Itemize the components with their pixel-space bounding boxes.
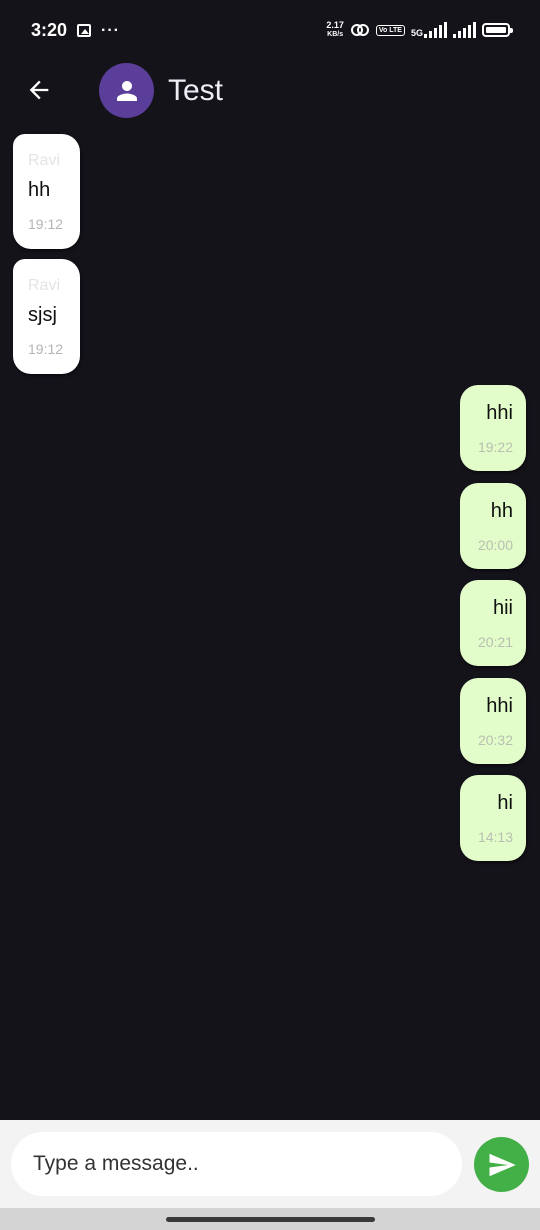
- message-time: 20:21: [477, 634, 513, 650]
- person-icon: [116, 80, 137, 101]
- message-text: hii: [492, 597, 513, 619]
- network-type: 5G: [410, 28, 423, 38]
- home-indicator[interactable]: [166, 1217, 375, 1222]
- message-text: hhi: [486, 695, 513, 717]
- message-text: sjsj: [28, 304, 57, 326]
- arrow-left-icon: [29, 80, 49, 100]
- message-time: 20:00: [477, 537, 513, 553]
- chat-title[interactable]: Test: [168, 74, 223, 108]
- incoming-message[interactable]: Ravi sjsj 19:12: [13, 259, 80, 374]
- message-text: hhi: [486, 402, 513, 424]
- status-time: 3:20: [31, 20, 68, 40]
- dots-icon: ···: [101, 21, 120, 39]
- message-text: hh: [28, 179, 51, 201]
- status-bar: 3:20 ··· 2.17 KB/s Vo LTE 5G: [0, 0, 540, 60]
- outgoing-message[interactable]: hii 20:21: [460, 580, 526, 666]
- outgoing-message[interactable]: hhi 19:22: [460, 385, 526, 471]
- send-icon: [489, 1153, 516, 1176]
- message-time: 19:12: [28, 341, 64, 357]
- outgoing-message[interactable]: hh 20:00: [460, 483, 526, 569]
- avatar[interactable]: [99, 63, 154, 118]
- message-input[interactable]: [11, 1132, 462, 1196]
- message-text: hh: [490, 500, 513, 522]
- signal-icon: [424, 22, 447, 38]
- message-composer: [0, 1120, 540, 1208]
- incoming-message[interactable]: Ravi hh 19:12: [13, 134, 80, 249]
- message-time: 19:22: [477, 439, 513, 455]
- system-nav-bar: [0, 1208, 540, 1230]
- message-time: 20:32: [477, 732, 513, 748]
- outgoing-message[interactable]: hi 14:13: [460, 775, 526, 861]
- message-time: 19:12: [28, 216, 64, 232]
- outgoing-message[interactable]: hhi 20:32: [460, 678, 526, 764]
- hotspot-icon: [350, 24, 369, 36]
- chat-header: Test: [0, 60, 540, 120]
- battery-icon: [482, 23, 513, 37]
- message-text: hi: [497, 792, 513, 814]
- message-sender: Ravi: [28, 152, 61, 169]
- message-time: 14:13: [477, 829, 513, 845]
- signal-icon: [453, 22, 476, 38]
- volte-icon: Vo LTE: [375, 24, 405, 36]
- gallery-icon: [77, 24, 91, 37]
- network-speed: 2.17 KB/s: [326, 20, 344, 39]
- send-button[interactable]: [474, 1137, 529, 1192]
- back-button[interactable]: [22, 72, 56, 108]
- message-sender: Ravi: [28, 277, 61, 294]
